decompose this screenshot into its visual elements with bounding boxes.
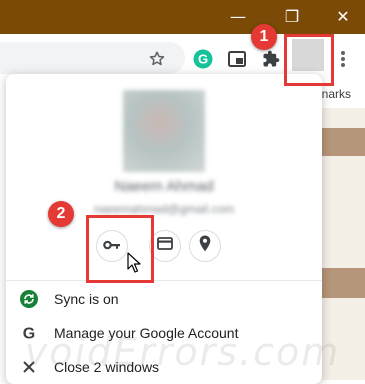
highlight-profile-button	[284, 34, 334, 86]
svg-text:G: G	[198, 52, 208, 67]
location-pin-icon	[199, 235, 211, 257]
bookmarks-bar-label[interactable]: narks	[322, 87, 351, 101]
minimize-button[interactable]: —	[227, 6, 249, 28]
grammarly-extension-icon[interactable]: G	[192, 48, 214, 70]
sync-label: Sync is on	[54, 291, 119, 307]
window-titlebar: — ❐ ✕	[0, 0, 365, 34]
profile-picture	[123, 90, 205, 172]
watermark: voidErrors.com	[24, 330, 341, 374]
page-image-fragment	[320, 128, 365, 156]
annotation-badge-1: 1	[251, 24, 277, 50]
restore-button[interactable]: ❐	[281, 6, 303, 28]
picture-in-picture-icon[interactable]	[226, 48, 248, 70]
sync-menu-item[interactable]: Sync is on	[6, 282, 322, 316]
bookmark-star-icon[interactable]	[146, 48, 168, 70]
highlight-passwords-button	[86, 215, 154, 283]
credit-card-icon	[157, 237, 173, 255]
close-window-button[interactable]: ✕	[332, 6, 354, 28]
sync-icon	[20, 290, 38, 308]
extensions-puzzle-icon[interactable]	[260, 48, 282, 70]
more-menu-icon[interactable]	[335, 48, 351, 70]
page-image-fragment	[320, 268, 365, 298]
profile-name: Naeem Ahmad	[114, 178, 214, 195]
annotation-badge-2: 2	[48, 201, 74, 227]
mouse-cursor-icon	[127, 252, 141, 279]
addresses-button[interactable]	[189, 230, 221, 262]
menu-divider	[6, 280, 322, 281]
